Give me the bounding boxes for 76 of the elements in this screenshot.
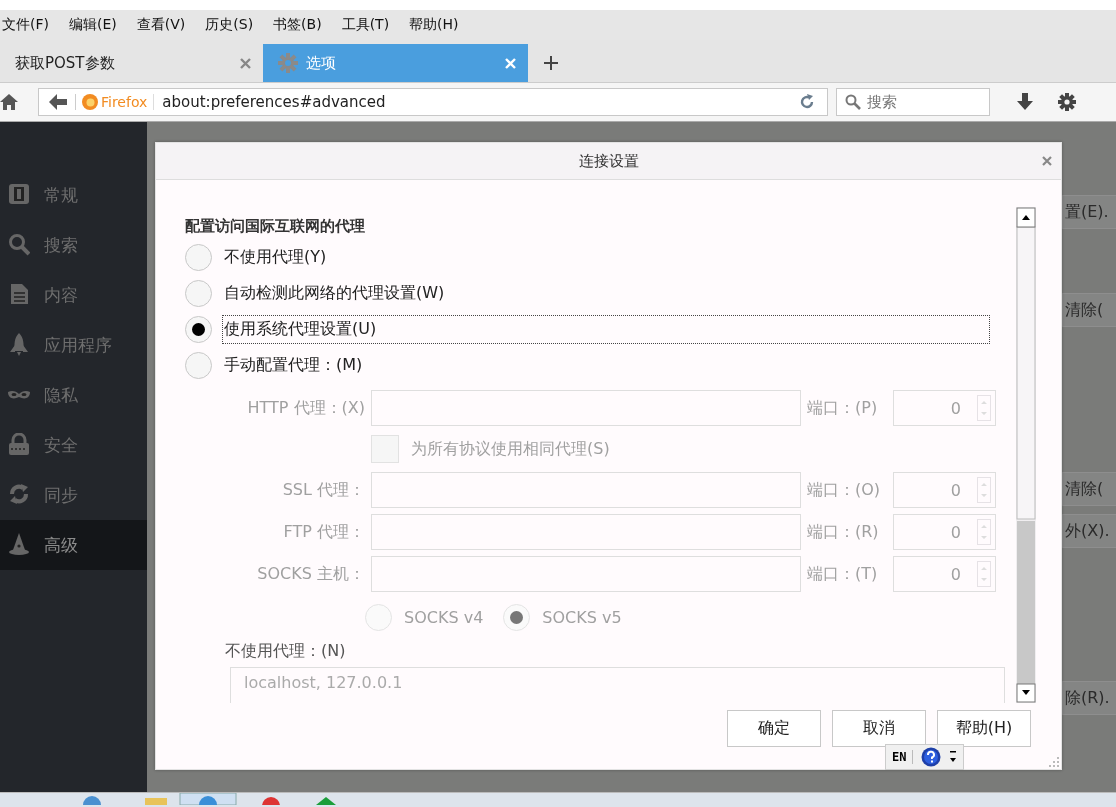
search-icon <box>8 233 30 257</box>
radio-button[interactable] <box>185 243 212 271</box>
sidebar-item[interactable]: 安全 <box>0 420 147 470</box>
field-label: 端口：(T) <box>807 563 879 585</box>
search-input[interactable]: 搜索 <box>867 93 977 111</box>
field-label: 端口：(R) <box>807 521 880 543</box>
field-label: SSL 代理： <box>281 479 365 501</box>
dialog-button[interactable]: 帮助(H) <box>937 710 1031 747</box>
section-heading: 配置访问国际互联网的代理 <box>185 217 366 237</box>
tab-label: 选项 <box>306 53 337 73</box>
button[interactable]: 清除( <box>1062 472 1116 506</box>
radio-label: SOCKS v5 <box>542 607 622 627</box>
sidebar-item[interactable]: 常规 <box>0 170 147 220</box>
switch-icon <box>8 183 30 207</box>
gear-icon[interactable] <box>1058 93 1076 111</box>
firefox-logo-icon <box>82 94 98 110</box>
home-icon[interactable] <box>0 94 18 110</box>
rocket-icon <box>8 333 30 357</box>
resize-grip-icon <box>1049 757 1059 767</box>
field-label: SOCKS 主机： <box>256 563 365 585</box>
document-icon <box>8 283 30 307</box>
radio-button[interactable] <box>185 351 212 379</box>
dialog-button[interactable]: 确定 <box>727 710 821 747</box>
dialog-button[interactable]: 取消 <box>832 710 926 747</box>
menu-item[interactable]: 查看(V) <box>136 16 186 34</box>
url-text: about:preferences#advanced <box>162 93 387 111</box>
browser-tab[interactable]: 获取POST参数 <box>0 44 263 82</box>
search-icon <box>845 94 861 110</box>
sidebar-item[interactable]: 内容 <box>0 270 147 320</box>
sidebar-item[interactable]: 应用程序 <box>0 320 147 370</box>
reload-icon[interactable] <box>799 94 815 110</box>
button[interactable]: 置(E). <box>1062 195 1116 229</box>
radio-label: 使用系统代理设置(U) <box>222 314 990 344</box>
radio-button[interactable] <box>185 279 212 307</box>
radio-label: 手动配置代理：(M) <box>223 353 364 376</box>
menu-item[interactable]: 文件(F) <box>2 16 49 34</box>
field-label: HTTP 代理：(X) <box>246 397 365 419</box>
radio-button[interactable] <box>185 315 212 343</box>
download-icon[interactable] <box>1016 93 1034 111</box>
radio-label: 不使用代理(Y) <box>223 245 328 268</box>
site-identity: Firefox <box>101 94 148 110</box>
language-indicator[interactable]: EN <box>892 750 914 764</box>
browser-tab[interactable]: 选项 <box>263 44 528 82</box>
radio-label: 自动检测此网络的代理设置(W) <box>223 281 446 304</box>
menu-item[interactable]: 工具(T) <box>341 16 390 34</box>
mask-icon <box>8 390 30 400</box>
plus-icon[interactable] <box>544 56 558 70</box>
sidebar-item[interactable]: 搜索 <box>0 220 147 270</box>
search-field[interactable]: 搜索 <box>836 88 990 116</box>
wizard-hat-icon <box>8 533 30 557</box>
button[interactable]: 清除( <box>1062 293 1116 327</box>
field-label: FTP 代理： <box>282 521 365 543</box>
button[interactable]: 除(R). <box>1062 681 1116 715</box>
radio-label: SOCKS v4 <box>404 607 484 627</box>
menu-item[interactable]: 书签(B) <box>273 16 322 34</box>
gear-icon <box>278 53 298 73</box>
button[interactable]: 外(X). <box>1062 514 1116 548</box>
field-label: 端口：(O) <box>807 479 882 501</box>
help-icon[interactable] <box>921 747 942 767</box>
checkbox-label: 为所有协议使用相同代理(S) <box>411 438 610 460</box>
address-bar[interactable]: Firefox about:preferences#advanced <box>38 88 828 116</box>
menu-item[interactable]: 历史(S) <box>205 16 254 34</box>
sidebar-item[interactable]: 高级 <box>0 520 147 570</box>
close-icon[interactable] <box>240 57 251 69</box>
menu-item[interactable]: 编辑(E) <box>69 16 117 34</box>
sync-icon <box>8 483 30 507</box>
field-label: 不使用代理：(N) <box>225 641 347 662</box>
back-arrow-icon[interactable] <box>49 94 67 110</box>
field-label: 端口：(P) <box>807 397 879 419</box>
sidebar-item[interactable]: 同步 <box>0 470 147 520</box>
menu-item[interactable]: 帮助(H) <box>409 16 459 34</box>
tab-label: 获取POST参数 <box>15 53 116 73</box>
sidebar-item[interactable]: 隐私 <box>0 370 147 420</box>
lock-icon <box>8 433 30 457</box>
close-icon[interactable] <box>1042 156 1052 166</box>
dialog-title: 连接设置 <box>578 151 639 171</box>
